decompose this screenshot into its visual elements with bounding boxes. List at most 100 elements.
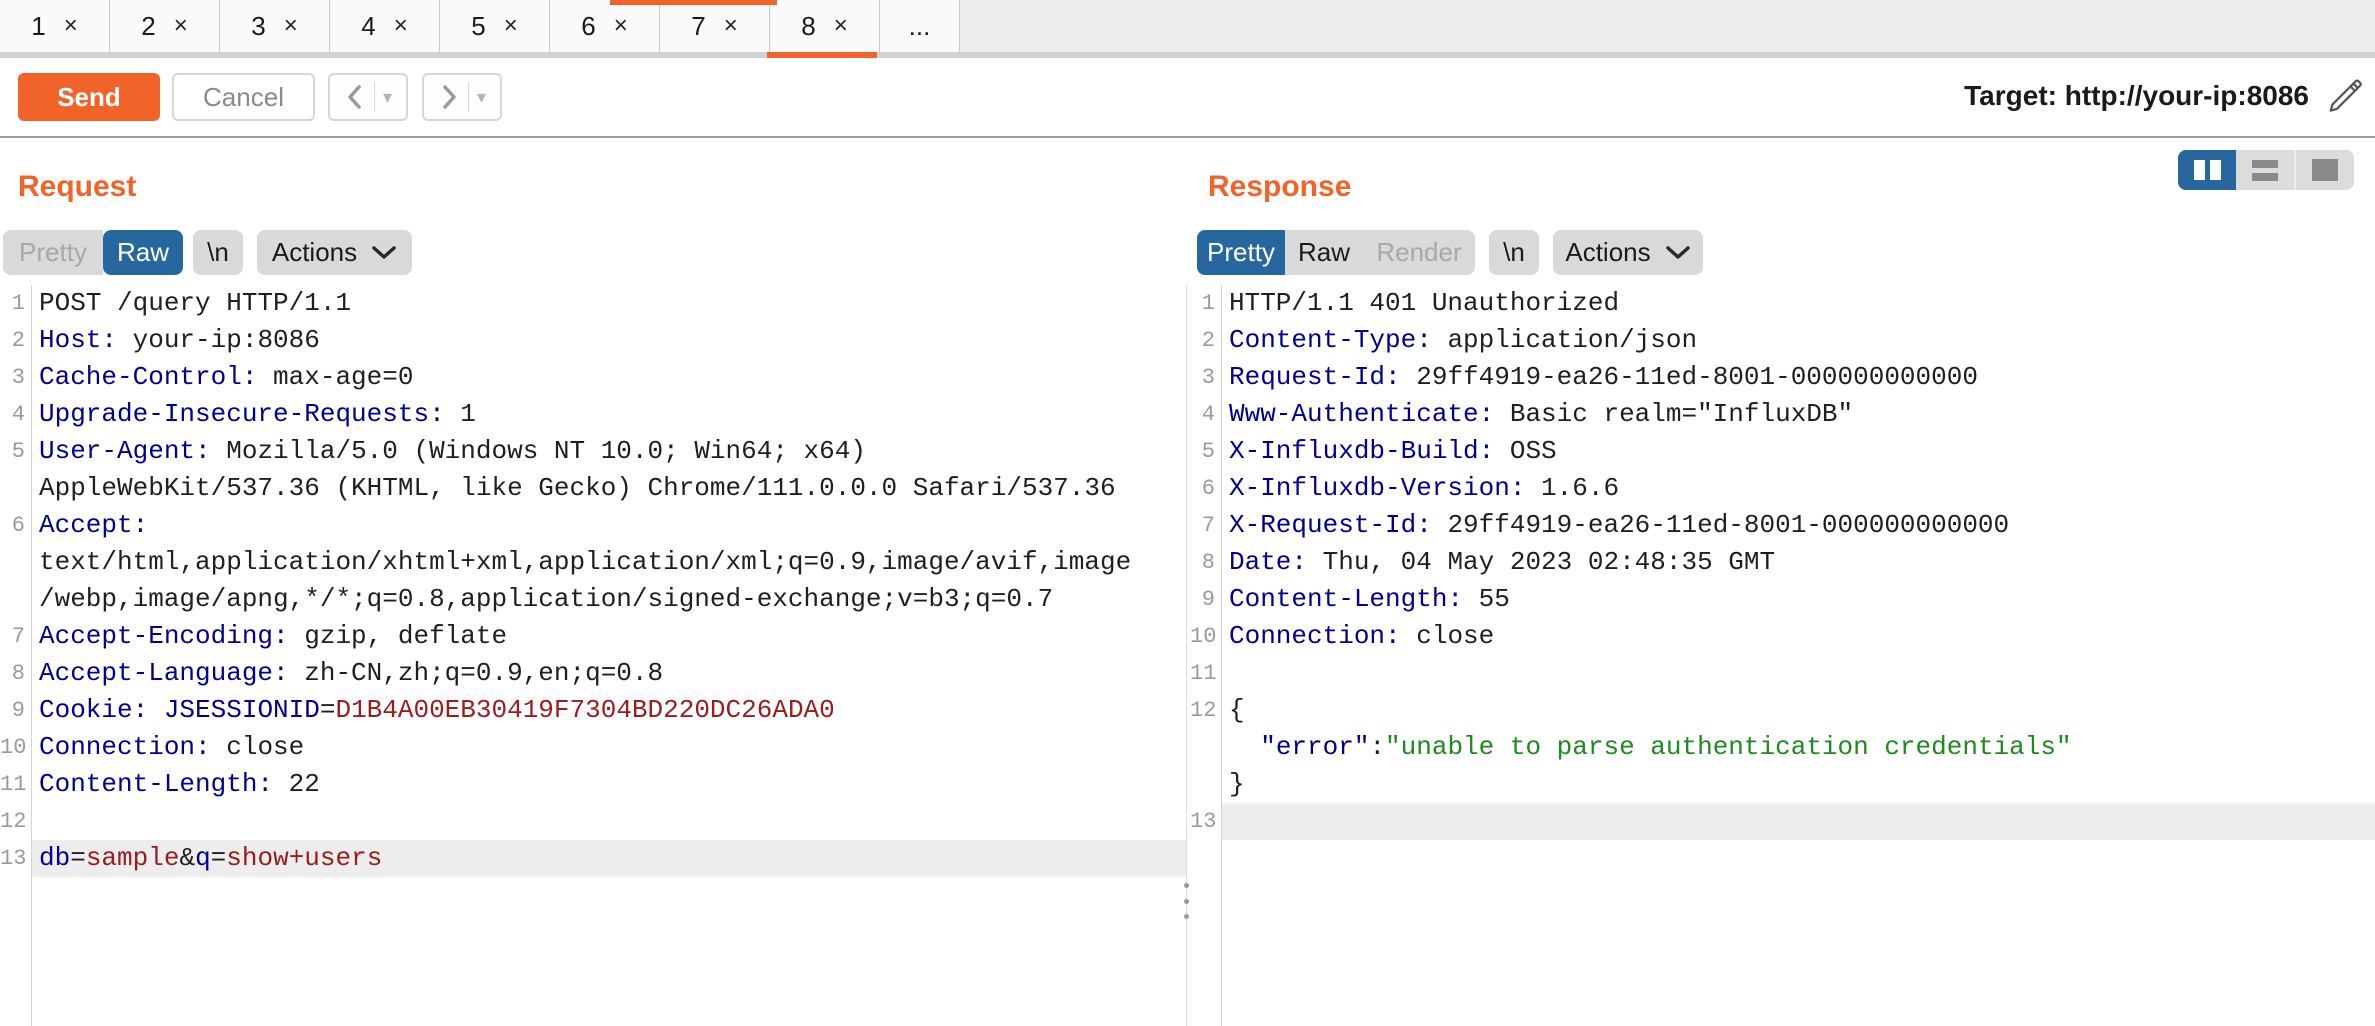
- line-number: 12: [1190, 692, 1221, 729]
- tab-close-icon[interactable]: ×: [724, 12, 738, 40]
- request-line: 11Content-Length: 22: [0, 766, 1186, 803]
- response-actions-button[interactable]: Actions: [1553, 230, 1703, 275]
- line-number: [0, 544, 31, 581]
- tab-label: 5: [471, 11, 485, 42]
- tab-label: 1: [31, 11, 45, 42]
- line-number: 11: [0, 766, 31, 803]
- response-line: 7X-Request-Id: 29ff4919-ea26-11ed-8001-0…: [1190, 507, 2375, 544]
- layout-columns-button[interactable]: [2178, 150, 2236, 190]
- repeater-tab-bar: 1×2×3×4×5×6×7×8×...: [0, 0, 2375, 52]
- code-token: JSESSIONID: [164, 695, 320, 725]
- tab-close-icon[interactable]: ×: [394, 12, 408, 40]
- request-line: 6Accept:: [0, 507, 1186, 544]
- request-view-tabs: Pretty Raw \n Actions: [3, 230, 412, 275]
- tab-close-icon[interactable]: ×: [174, 12, 188, 40]
- history-back-button[interactable]: ▾: [328, 73, 408, 121]
- response-line: 11: [1190, 655, 2375, 692]
- request-line: /webp,image/apng,*/*;q=0.8,application/s…: [0, 581, 1186, 618]
- request-actions-button[interactable]: Actions: [257, 230, 412, 275]
- code-token: X-Influxdb-Version:: [1229, 473, 1525, 503]
- code-token: zh-CN,zh;q=0.9,en;q=0.8: [289, 658, 663, 688]
- code-token: Connection:: [1229, 621, 1401, 651]
- editor-layout-control: [2178, 150, 2354, 190]
- tab-label: 7: [691, 11, 705, 42]
- request-line-text: User-Agent: Mozilla/5.0 (Windows NT 10.0…: [31, 433, 1186, 470]
- tab-close-icon[interactable]: ×: [64, 12, 78, 40]
- tab-close-icon[interactable]: ×: [504, 12, 518, 40]
- code-token: Request-Id:: [1229, 362, 1401, 392]
- line-number: [0, 581, 31, 618]
- response-editor[interactable]: 1HTTP/1.1 401 Unauthorized2Content-Type:…: [1190, 285, 2375, 1026]
- code-token: Upgrade-Insecure-Requests:: [39, 399, 445, 429]
- repeater-tab-3[interactable]: 3×: [220, 0, 330, 52]
- tab-bar-bottom-strip: [0, 52, 2375, 58]
- response-tab-raw[interactable]: Raw: [1285, 230, 1363, 275]
- repeater-tab-5[interactable]: 5×: [440, 0, 550, 52]
- response-line-text: "error":"unable to parse authentication …: [1221, 729, 2375, 766]
- splitter-handle[interactable]: [1181, 883, 1191, 919]
- response-line: 4Www-Authenticate: Basic realm="InfluxDB…: [1190, 396, 2375, 433]
- tab-close-icon[interactable]: ×: [284, 12, 298, 40]
- gutter-border: [31, 285, 32, 1026]
- request-line-text: /webp,image/apng,*/*;q=0.8,application/s…: [31, 581, 1186, 618]
- repeater-tab-...[interactable]: ...: [880, 0, 960, 52]
- spacer: [243, 230, 257, 275]
- tab-close-icon[interactable]: ×: [614, 12, 628, 40]
- code-token: X-Request-Id:: [1229, 510, 1432, 540]
- actions-label: Actions: [272, 237, 357, 268]
- rows-layout-icon: [2252, 160, 2278, 181]
- response-tab-pretty[interactable]: Pretty: [1197, 230, 1285, 275]
- line-number: 8: [1190, 544, 1221, 581]
- code-token: =: [70, 843, 86, 873]
- columns-layout-icon: [2194, 160, 2221, 180]
- request-tab-raw[interactable]: Raw: [103, 230, 183, 275]
- repeater-tab-8[interactable]: 8×: [770, 0, 880, 52]
- history-forward-dropdown-icon[interactable]: ▾: [477, 87, 486, 108]
- code-token: Connection:: [39, 732, 211, 762]
- code-token: Accept-Encoding:: [39, 621, 289, 651]
- history-forward-button[interactable]: ▾: [422, 73, 502, 121]
- repeater-tab-6[interactable]: 6×: [550, 0, 660, 52]
- code-token: [1229, 732, 1260, 762]
- code-token: :: [1369, 732, 1385, 762]
- request-tab-pretty[interactable]: Pretty: [3, 230, 103, 275]
- code-token: q: [195, 843, 211, 873]
- code-token: User-Agent:: [39, 436, 211, 466]
- response-tab-render[interactable]: Render: [1363, 230, 1475, 275]
- repeater-tab-2[interactable]: 2×: [110, 0, 220, 52]
- cancel-button[interactable]: Cancel: [172, 73, 315, 121]
- edit-target-pencil-icon[interactable]: [2323, 74, 2367, 118]
- response-newline-toggle[interactable]: \n: [1489, 230, 1539, 275]
- repeater-tab-4[interactable]: 4×: [330, 0, 440, 52]
- response-line: "error":"unable to parse authentication …: [1190, 729, 2375, 766]
- code-token: /webp,image/apng,*/*;q=0.8,application/s…: [39, 584, 1053, 614]
- request-line: 9Cookie: JSESSIONID=D1B4A00EB30419F7304B…: [0, 692, 1186, 729]
- response-view-tabs: Pretty Raw Render \n Actions: [1197, 230, 1703, 275]
- code-token: }: [1229, 769, 1245, 799]
- code-token: show+users: [226, 843, 382, 873]
- request-line: 3Cache-Control: max-age=0: [0, 359, 1186, 396]
- response-line-text: Content-Length: 55: [1221, 581, 2375, 618]
- code-token: Accept-Language:: [39, 658, 289, 688]
- send-button[interactable]: Send: [18, 73, 160, 121]
- history-back-dropdown-icon[interactable]: ▾: [383, 87, 392, 108]
- code-token: 29ff4919-ea26-11ed-8001-000000000000: [1432, 510, 2009, 540]
- layout-rows-button[interactable]: [2236, 150, 2294, 190]
- line-number: 2: [0, 322, 31, 359]
- request-editor[interactable]: 1POST /query HTTP/1.12Host: your-ip:8086…: [0, 285, 1186, 1026]
- tab-activity-indicator: [610, 0, 777, 5]
- repeater-tab-1[interactable]: 1×: [0, 0, 110, 52]
- selected-tab-underline: [767, 52, 877, 58]
- line-number: 8: [0, 655, 31, 692]
- line-number: 6: [0, 507, 31, 544]
- repeater-tab-7[interactable]: 7×: [660, 0, 770, 52]
- layout-single-button[interactable]: [2294, 150, 2354, 190]
- code-token: Basic realm="InfluxDB": [1494, 399, 1853, 429]
- response-line-text: X-Influxdb-Build: OSS: [1221, 433, 2375, 470]
- code-token: AppleWebKit/537.36 (KHTML, like Gecko) C…: [39, 473, 1116, 503]
- request-newline-toggle[interactable]: \n: [193, 230, 243, 275]
- request-line-text: AppleWebKit/537.36 (KHTML, like Gecko) C…: [31, 470, 1186, 507]
- request-line: AppleWebKit/537.36 (KHTML, like Gecko) C…: [0, 470, 1186, 507]
- code-token: =: [211, 843, 227, 873]
- tab-close-icon[interactable]: ×: [834, 12, 848, 40]
